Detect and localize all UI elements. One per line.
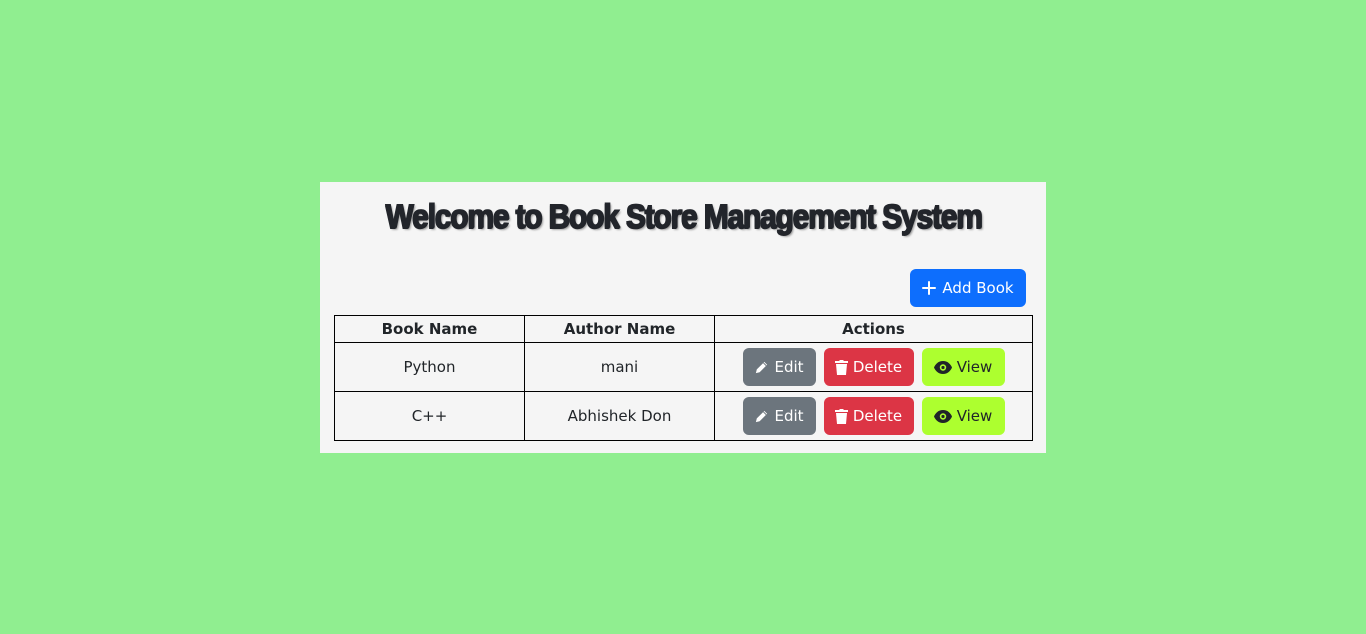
edit-button[interactable]: Edit: [742, 397, 816, 435]
view-button[interactable]: View: [921, 348, 1005, 386]
eye-icon: [933, 409, 952, 423]
column-header-book-name: Book Name: [334, 315, 525, 343]
actions-cell: Edit Delete View: [714, 342, 1033, 392]
pencil-icon: [754, 409, 769, 424]
pencil-icon: [754, 360, 769, 375]
edit-label: Edit: [774, 407, 804, 425]
column-header-author-name: Author Name: [524, 315, 715, 343]
delete-label: Delete: [852, 358, 903, 376]
author-name-cell: Abhishek Don: [524, 391, 715, 441]
eye-icon: [933, 360, 952, 374]
delete-button[interactable]: Delete: [823, 397, 914, 435]
actions-cell: Edit Delete View: [714, 391, 1033, 441]
trash-icon: [834, 408, 848, 424]
author-name-cell: mani: [524, 342, 715, 392]
edit-label: Edit: [774, 358, 804, 376]
book-name-cell: C++: [334, 391, 525, 441]
column-header-actions: Actions: [714, 315, 1033, 343]
view-button[interactable]: View: [921, 397, 1005, 435]
books-table-wrapper: Book Name Author Name Actions Python man…: [334, 315, 1033, 441]
edit-button[interactable]: Edit: [742, 348, 816, 386]
plus-icon: [922, 281, 937, 295]
view-label: View: [956, 407, 993, 425]
table-row: C++ Abhishek Don Edit Delete View: [334, 391, 1033, 441]
table-row: Python mani Edit Delete View: [334, 342, 1033, 392]
add-book-label: Add Book: [942, 279, 1014, 297]
trash-icon: [834, 359, 848, 375]
book-store-card: Welcome to Book Store Management System …: [320, 182, 1046, 453]
add-book-button[interactable]: Add Book: [910, 269, 1026, 307]
delete-button[interactable]: Delete: [823, 348, 914, 386]
delete-label: Delete: [852, 407, 903, 425]
book-name-cell: Python: [334, 342, 525, 392]
table-header-row: Book Name Author Name Actions: [334, 315, 1033, 343]
books-table: Book Name Author Name Actions Python man…: [334, 315, 1033, 441]
view-label: View: [956, 358, 993, 376]
page-title: Welcome to Book Store Management System: [384, 197, 982, 236]
